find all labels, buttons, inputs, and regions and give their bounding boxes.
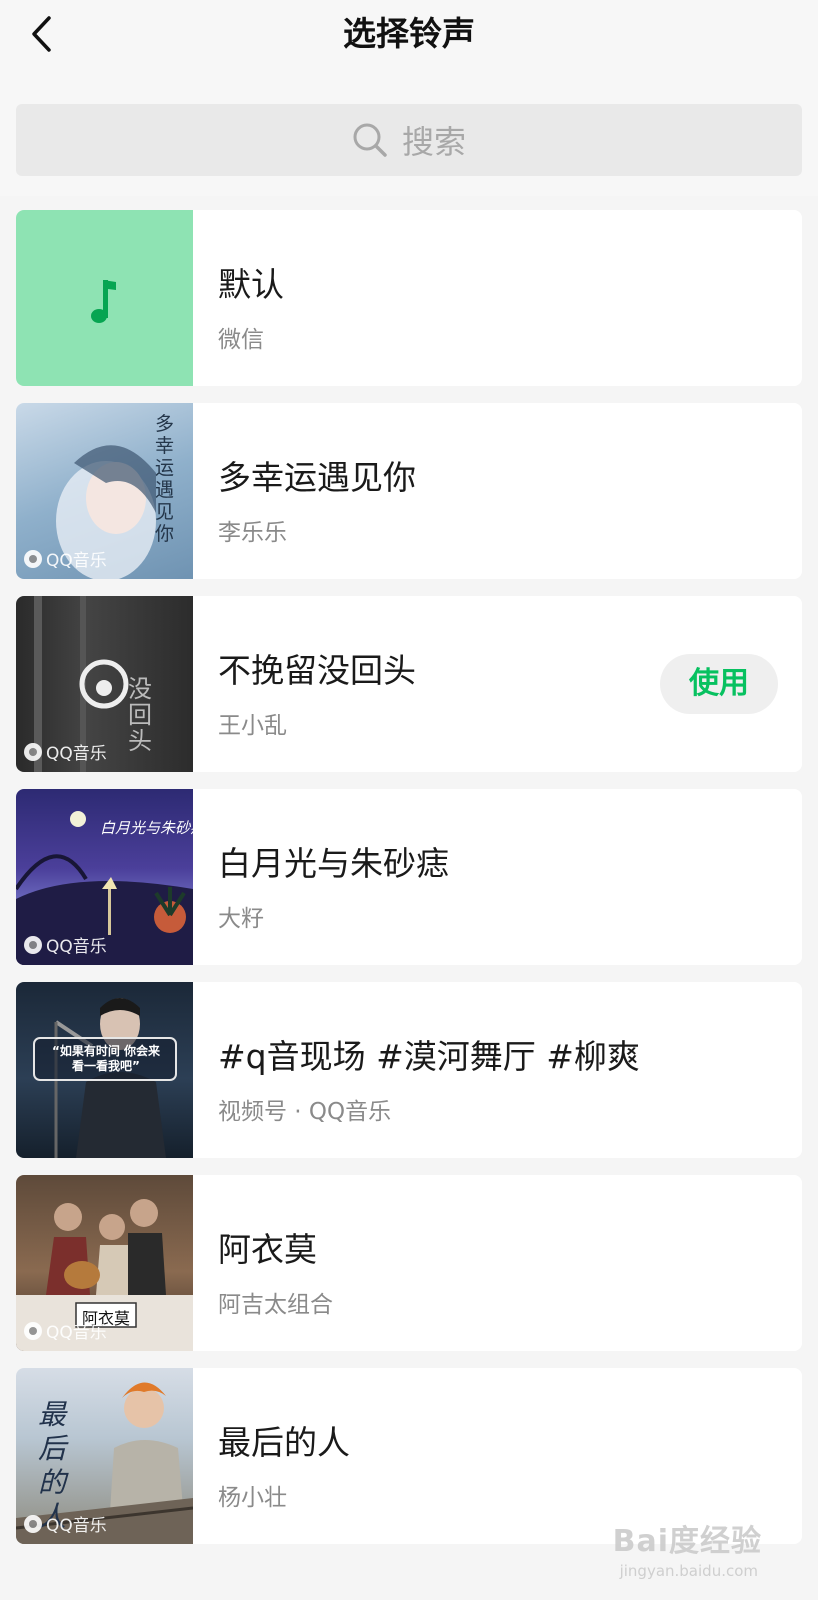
search-bar[interactable]: 搜索	[16, 104, 802, 176]
badge-label: QQ音乐	[46, 551, 107, 571]
qq-music-icon	[24, 935, 42, 954]
qq-music-icon	[24, 1321, 42, 1340]
badge-label: QQ音乐	[46, 937, 107, 957]
ringtone-title: 不挽留没回头	[218, 651, 416, 690]
qq-music-badge: QQ音乐	[24, 932, 107, 957]
ringtone-cover	[16, 210, 193, 386]
qq-music-icon	[24, 1514, 42, 1533]
ringtone-item-default[interactable]: 默认 微信	[16, 210, 802, 386]
ringtone-list: 默认 微信 多幸运遇见你 QQ音乐 多幸运遇见你 李乐乐 没回头 QQ音乐 不挽…	[0, 196, 818, 1600]
ringtone-title: #q音现场 #漠河舞厅 #柳爽	[218, 1037, 640, 1076]
qq-music-badge: QQ音乐	[24, 546, 107, 571]
use-button[interactable]: 使用	[660, 654, 778, 714]
ringtone-cover: 最后的人 QQ音乐	[16, 1368, 193, 1544]
ringtone-artist: 视频号 · QQ音乐	[218, 1099, 392, 1125]
cover-quote: “如果有时间 你会来看一看我吧”	[51, 1044, 161, 1073]
ringtone-cover: 多幸运遇见你 QQ音乐	[16, 403, 193, 579]
ringtone-item[interactable]: 白月光与朱砂痣 QQ音乐 白月光与朱砂痣 大籽	[16, 789, 802, 965]
ringtone-item-selected[interactable]: 没回头 QQ音乐 不挽留没回头 王小乱 使用	[16, 596, 802, 772]
qq-music-badge: QQ音乐	[24, 1511, 107, 1536]
search-icon	[353, 123, 387, 157]
ringtone-item[interactable]: “如果有时间 你会来看一看我吧” #q音现场 #漠河舞厅 #柳爽 视频号 · Q…	[16, 982, 802, 1158]
badge-label: QQ音乐	[46, 744, 107, 764]
search-placeholder: 搜索	[401, 123, 466, 161]
ringtone-title: 白月光与朱砂痣	[218, 844, 449, 883]
music-note-icon	[91, 280, 116, 323]
ringtone-artist: 大籽	[218, 906, 264, 932]
badge-label: QQ音乐	[46, 1516, 107, 1536]
ringtone-title: 阿衣莫	[218, 1230, 317, 1269]
ringtone-item[interactable]: 阿衣莫 QQ音乐 阿衣莫 阿吉太组合	[16, 1175, 802, 1351]
cover-title: 多幸运遇见你	[155, 413, 175, 545]
qq-music-badge: QQ音乐	[24, 1318, 107, 1343]
header-area: 选择铃声 搜索	[0, 0, 818, 196]
ringtone-artist: 杨小壮	[218, 1485, 287, 1511]
ringtone-title: 默认	[218, 265, 284, 304]
page-title: 选择铃声	[343, 14, 475, 53]
cover-title: 没回头	[128, 675, 152, 755]
ringtone-cover: “如果有时间 你会来看一看我吧”	[16, 982, 193, 1158]
ringtone-artist: 微信	[218, 327, 264, 353]
ringtone-cover: 没回头 QQ音乐	[16, 596, 193, 772]
ringtone-title: 最后的人	[218, 1423, 350, 1462]
ringtone-cover: 阿衣莫 QQ音乐	[16, 1175, 193, 1351]
ringtone-title: 多幸运遇见你	[218, 458, 416, 497]
ringtone-cover: 白月光与朱砂痣 QQ音乐	[16, 789, 193, 965]
badge-label: QQ音乐	[46, 1323, 107, 1343]
ringtone-artist: 王小乱	[218, 713, 287, 739]
baidu-watermark-url: jingyan.baidu.com	[619, 1562, 758, 1580]
qq-music-icon	[24, 549, 42, 568]
qq-music-icon	[24, 742, 42, 761]
cover-title: 白月光与朱砂痣	[100, 819, 193, 837]
ringtone-artist: 李乐乐	[218, 520, 287, 546]
ringtone-item[interactable]: 多幸运遇见你 QQ音乐 多幸运遇见你 李乐乐	[16, 403, 802, 579]
qq-music-badge: QQ音乐	[24, 739, 107, 764]
baidu-watermark: Bai度经验	[612, 1524, 762, 1559]
ringtone-artist: 阿吉太组合	[218, 1292, 333, 1318]
